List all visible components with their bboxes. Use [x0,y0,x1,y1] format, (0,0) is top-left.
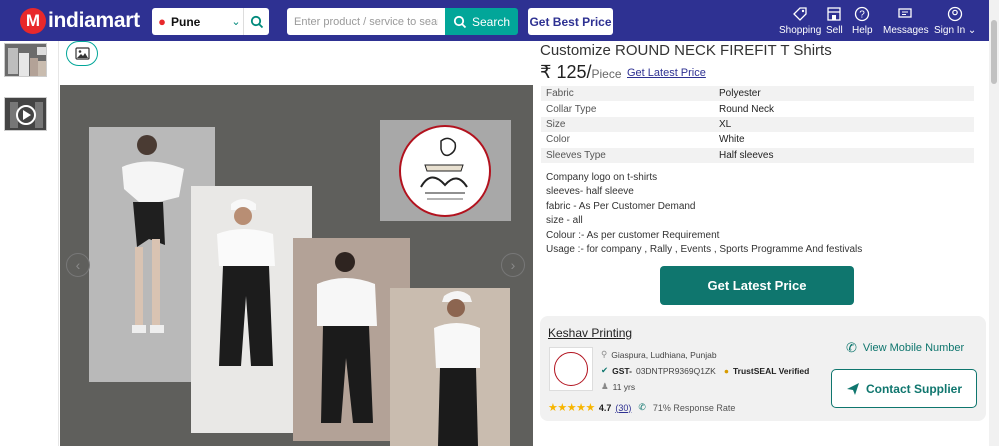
spec-row: Color White [541,132,974,147]
description-line: Usage :- for company , Rally , Events , … [546,244,863,256]
thumbnail-video[interactable] [4,97,47,131]
brand-logo-photo [380,120,511,221]
nav-label: Sign In ⌄ [934,25,977,36]
verified-check-icon: ✔ [601,365,609,375]
spec-key: Fabric [546,88,574,100]
response-rate: 71% Response Rate [652,402,736,413]
product-title: Customize ROUND NECK FIREFIT T Shirts [540,42,832,59]
product-price: ₹ 125/Piece [540,62,622,83]
supplier-logo-mark [554,352,588,386]
city-selector[interactable]: ● Pune ⌄ [152,8,269,35]
scrollbar-thumb[interactable] [991,20,997,84]
nav-label: Sell [826,25,843,36]
spec-key: Sleeves Type [546,149,606,161]
get-latest-price-link[interactable]: Get Latest Price [627,67,706,79]
nav-shopping[interactable]: Shopping [779,4,821,36]
logo-text: indiamart [48,9,140,32]
contact-supplier-label: Contact Supplier [865,381,962,396]
keshav-logo [399,125,491,217]
search-icon [453,15,467,28]
get-latest-price-button[interactable]: Get Latest Price [660,266,854,305]
tag-icon [792,4,808,23]
spec-row: Collar Type Round Neck [541,101,974,116]
contact-supplier-button[interactable]: Contact Supplier [831,369,977,408]
spec-key: Collar Type [546,103,597,115]
nav-label: Messages [883,25,929,36]
supplier-name-link[interactable]: Keshav Printing [548,326,632,340]
supplier-location-text: Giaspura, Ludhiana, Punjab [611,349,717,360]
svg-text:?: ? [860,9,866,20]
supplier-card: Keshav Printing ⚲ Giaspura, Ludhiana, Pu… [540,316,986,421]
supplier-location: ⚲ Giaspura, Ludhiana, Punjab [601,349,717,360]
spec-row: Sleeves Type Half sleeves [541,147,974,163]
spec-key: Size [546,118,566,130]
rating-count-link[interactable]: (30) [615,403,631,413]
phone-icon: ✆ [846,340,857,355]
years-text: 11 yrs [612,381,636,392]
location-pin-icon: ● [158,14,166,29]
view-mobile-label: View Mobile Number [862,342,965,354]
description-line: size - all [546,215,583,227]
gst-number: 03DNTPR9369Q1ZK [635,365,716,376]
star-rating-icon: ★★★★★ [548,402,595,414]
spec-row: Size XL [541,116,974,133]
indiamart-logo[interactable]: M indiamart [20,6,140,36]
spec-value: Half sleeves [719,149,774,161]
spec-table: Fabric Polyester Collar Type Round Neck Si… [541,86,974,163]
help-icon: ? [854,4,870,23]
search-button-label: Search [471,14,511,29]
model-photo-4 [390,288,510,446]
spec-value: Polyester [719,88,761,100]
spec-value: Round Neck [719,103,775,115]
spec-key: Color [546,134,570,146]
trustseal-icon: ● [723,365,729,376]
nav-sell[interactable]: Sell [826,4,843,36]
thumbnail-strip [0,41,59,446]
nav-messages[interactable]: Messages [883,4,929,36]
gst-label: GST- [612,365,632,376]
product-description: Company logo on t-shirts sleeves- half s… [546,171,862,257]
user-icon [947,4,963,23]
supplier-rating: ★★★★★ 4.7 (30) ✆ 71% Response Rate [548,401,735,414]
top-header: M indiamart ● Pune ⌄ Search Get Best Pri… [0,0,999,41]
price-unit: Piece [591,67,622,81]
price-value: ₹ 125/ [540,62,592,82]
nav-label: Help [852,25,873,36]
get-best-price-button[interactable]: Get Best Price [528,8,613,35]
next-image-arrow[interactable]: › [501,253,525,277]
city-name: Pune [171,14,201,29]
image-icon [74,47,90,60]
store-icon [826,4,842,23]
location-pin-icon: ⚲ [601,349,608,359]
supplier-logo[interactable] [549,347,593,391]
search-button[interactable]: Search [445,8,518,35]
city-search-icon[interactable] [243,8,269,35]
nav-sign-in[interactable]: Sign In ⌄ [934,4,976,36]
description-line: sleeves- half sleeve [546,186,634,198]
nav-help[interactable]: ? Help [852,4,873,36]
description-line: Company logo on t-shirts [546,172,658,183]
trustseal-label: TrustSEAL Verified [732,365,810,376]
view-mobile-number-link[interactable]: ✆ View Mobile Number [846,340,964,356]
prev-image-arrow[interactable]: ‹ [66,253,90,277]
logo-mark: M [20,8,46,34]
messages-icon [897,4,915,23]
spec-row: Fabric Polyester [541,86,974,102]
description-line: fabric - As Per Customer Demand [546,200,696,212]
supplier-years: ♟ 11 yrs [601,381,635,392]
nav-label: Shopping [779,25,822,36]
person-icon: ♟ [601,381,609,391]
supplier-gst: ✔ GST- 03DNTPR9369Q1ZK ● TrustSEAL Verif… [601,365,809,376]
rating-score: 4.7 [598,402,612,413]
search-input[interactable] [287,8,445,35]
image-view-button[interactable] [66,41,98,66]
send-icon [846,382,859,395]
description-line: Colour :- As per customer Requirement [546,229,720,241]
phone-icon: ✆ [638,402,646,412]
thumbnail-image[interactable] [4,43,47,77]
product-main-image[interactable]: ‹ › [60,85,533,446]
spec-value: XL [719,118,732,130]
spec-value: White [719,134,745,146]
